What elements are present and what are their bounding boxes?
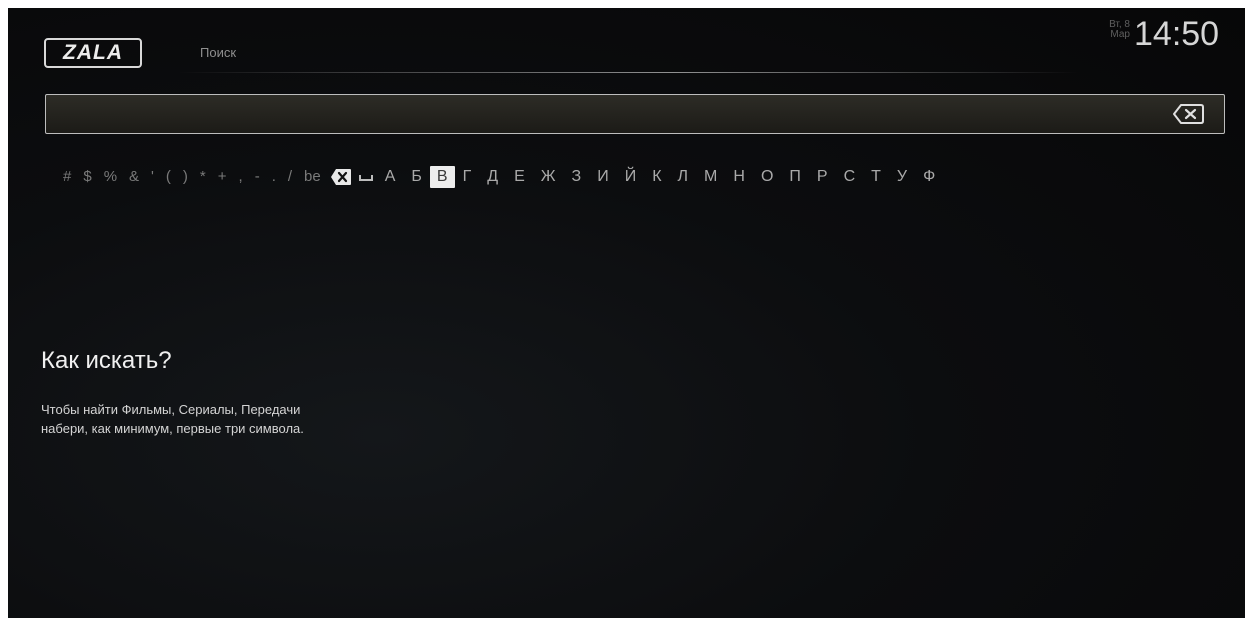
clock: 14:50 bbox=[1134, 15, 1220, 53]
backspace-icon[interactable] bbox=[1172, 102, 1206, 126]
key-apostrophe[interactable]: ' bbox=[145, 166, 160, 188]
key-delete[interactable] bbox=[327, 168, 355, 186]
key-period[interactable]: . bbox=[266, 166, 282, 188]
key-paren-open[interactable]: ( bbox=[160, 166, 177, 188]
key-letter-r[interactable]: Р bbox=[809, 166, 836, 188]
key-minus[interactable]: - bbox=[249, 166, 266, 188]
help-text-line: Чтобы найти Фильмы, Сериалы, Передачи bbox=[41, 402, 301, 417]
key-letter-k[interactable]: К bbox=[644, 166, 669, 188]
tv-screen: ZALA Поиск Вт, 8 Мар 14:50 # $ % & ' ( )… bbox=[8, 8, 1245, 618]
help-text-line: набери, как минимум, первые три символа. bbox=[41, 421, 304, 436]
key-letter-a[interactable]: А bbox=[377, 166, 404, 188]
key-hash[interactable]: # bbox=[57, 166, 77, 188]
key-letter-g[interactable]: Г bbox=[455, 166, 480, 188]
section-title: Поиск bbox=[200, 45, 237, 60]
key-letter-u[interactable]: У bbox=[889, 166, 915, 188]
key-ampersand[interactable]: & bbox=[123, 166, 145, 188]
key-letter-t[interactable]: Т bbox=[863, 166, 889, 188]
key-letter-o[interactable]: О bbox=[753, 166, 781, 188]
key-letter-l[interactable]: Л bbox=[670, 166, 697, 188]
key-letter-f[interactable]: Ф bbox=[915, 166, 943, 188]
key-letter-b[interactable]: Б bbox=[403, 166, 430, 188]
header-divider bbox=[178, 72, 1078, 73]
key-letter-e[interactable]: Е bbox=[506, 166, 533, 188]
search-input[interactable] bbox=[45, 94, 1225, 134]
key-letter-zh[interactable]: Ж bbox=[533, 166, 564, 188]
help-text: Чтобы найти Фильмы, Сериалы, Передачи на… bbox=[41, 400, 461, 438]
key-plus[interactable]: + bbox=[212, 166, 233, 188]
key-slash[interactable]: / bbox=[282, 166, 298, 188]
key-mode[interactable]: be bbox=[298, 166, 327, 188]
key-percent[interactable]: % bbox=[98, 166, 123, 188]
key-asterisk[interactable]: * bbox=[194, 166, 212, 188]
key-letter-y[interactable]: Й bbox=[617, 166, 645, 188]
help-title: Как искать? bbox=[41, 347, 172, 374]
key-letter-i[interactable]: И bbox=[589, 166, 617, 188]
delete-icon bbox=[330, 169, 351, 185]
key-paren-close[interactable]: ) bbox=[177, 166, 194, 188]
on-screen-keyboard: # $ % & ' ( ) * + , - . / be А Б В Г Д Е… bbox=[57, 163, 943, 191]
key-letter-p[interactable]: П bbox=[781, 166, 809, 188]
key-letter-s[interactable]: С bbox=[836, 166, 864, 188]
key-space[interactable] bbox=[355, 170, 377, 184]
key-letter-d[interactable]: Д bbox=[479, 166, 506, 188]
date-display: Вт, 8 Мар bbox=[1104, 20, 1130, 40]
key-letter-v-selected[interactable]: В bbox=[429, 166, 455, 188]
date-month: Мар bbox=[1110, 29, 1130, 40]
space-icon bbox=[358, 175, 373, 181]
zala-logo: ZALA bbox=[44, 38, 142, 68]
key-letter-z[interactable]: З bbox=[564, 166, 590, 188]
key-letter-m[interactable]: М bbox=[696, 166, 725, 188]
key-letter-n[interactable]: Н bbox=[725, 166, 753, 188]
key-dollar[interactable]: $ bbox=[77, 166, 97, 188]
key-comma[interactable]: , bbox=[233, 166, 249, 188]
